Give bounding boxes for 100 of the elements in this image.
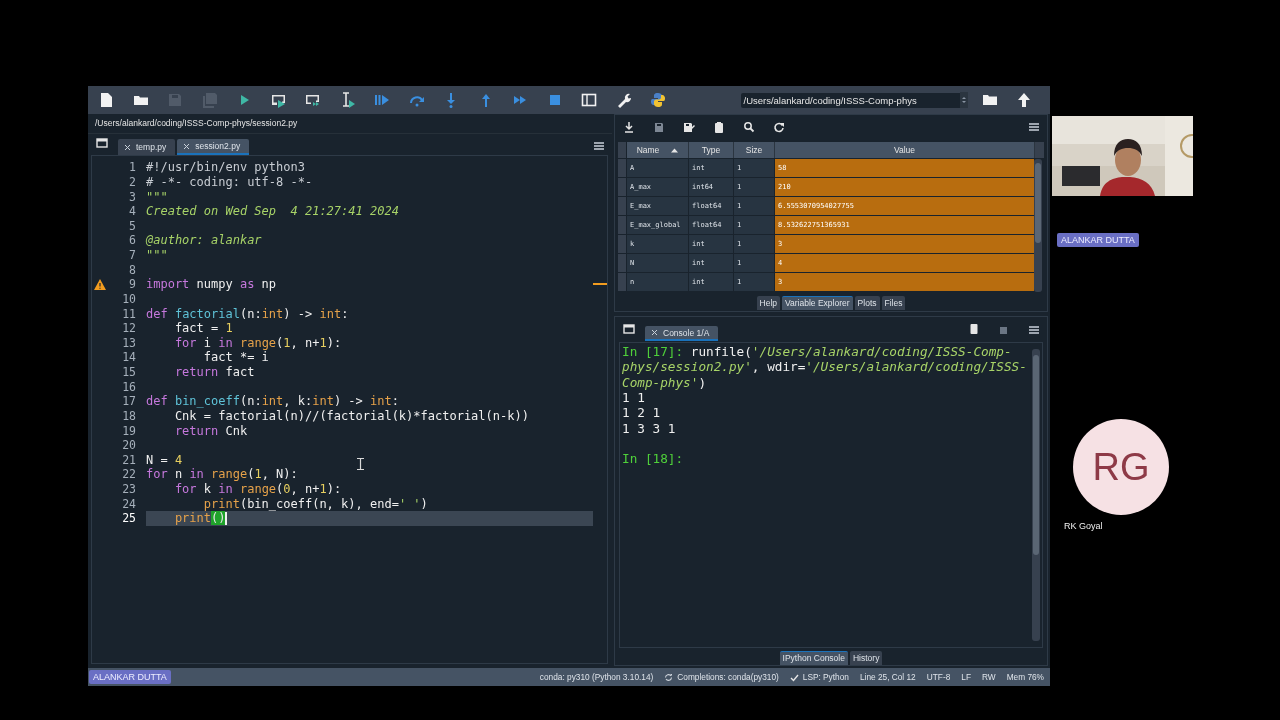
code-line: #!/usr/bin/env python3 [146,160,305,175]
search-icon[interactable] [743,121,755,133]
save-as-icon[interactable] [683,121,695,133]
code-line: """ [146,248,168,263]
run-cell-advance-icon[interactable] [305,92,321,108]
editor-tab[interactable]: temp.py [118,139,176,155]
new-file-icon[interactable] [98,92,114,108]
pane-tab[interactable]: IPython Console [779,651,848,665]
maximize-pane-icon[interactable] [581,92,597,108]
code-line: print() [173,511,226,526]
pane-tab[interactable]: Variable Explorer [782,296,853,310]
sort-ascending-icon [671,147,679,153]
avatar: RG [1073,419,1169,515]
clipboard-icon[interactable] [970,323,978,334]
menu-icon[interactable] [1029,326,1039,334]
status-text: LSP: Python [802,672,849,682]
scrollbar[interactable] [1034,159,1042,292]
save-icon[interactable] [653,121,665,133]
code-line: return fact [173,365,255,380]
line-number: 3 [128,189,136,204]
code-line: for k in range(0, n+1): [173,482,342,497]
status-text: Line 25, Col 12 [859,672,916,682]
close-icon[interactable] [183,142,191,150]
line-number: 4 [128,204,136,219]
up-arrow-icon[interactable] [1015,92,1032,108]
line-number: 11 [121,306,136,321]
line-number: 22 [121,467,136,482]
import-icon[interactable] [623,121,635,133]
console-line: Comp-phys') [622,374,707,390]
name-tag: ALANKAR DUTTA [89,670,171,684]
line-number: 21 [121,452,136,467]
code-line: for n in range(1, N): [146,467,298,482]
console-line: phys/session2.py', wdir='/Users/alankard/coding/ISSS- [622,359,1027,375]
code-line: @author: alankar [146,233,262,248]
pane-tab[interactable]: History [849,651,883,665]
pane-tab[interactable]: Files [881,296,906,310]
python-logo-icon[interactable] [650,92,666,108]
menu-icon[interactable] [594,142,604,150]
text-cursor-icon [357,458,364,470]
code-line: import numpy as np [146,277,277,292]
folder-icon[interactable] [981,92,998,108]
editor-tab[interactable]: session2.py [177,139,250,155]
code-line: def bin_coeff(n:int, k:int) -> int: [146,394,399,409]
pane-tab[interactable]: Help [756,296,780,310]
code-line: Cnk = factorial(n)//(factorial(k)*factorial(n-k)) [173,408,529,423]
line-number: 8 [128,262,136,277]
column-header[interactable]: Type [689,142,734,158]
code-line: def factorial(n:int) -> int: [146,306,349,321]
line-number: 17 [121,394,136,409]
code-line: return Cnk [173,423,248,438]
browse-tabs-icon[interactable] [623,323,635,335]
pane-tab[interactable]: Plots [854,296,880,310]
line-number: 16 [121,379,136,394]
line-number: 14 [121,350,136,365]
code-line: N = 4 [146,452,183,467]
line-number: 13 [121,335,136,350]
clipboard-icon[interactable] [713,121,725,133]
console-line: 1 1 [622,390,645,406]
console-tab[interactable]: Console 1/A [645,326,719,341]
text-caret [225,511,227,525]
menu-icon[interactable] [1029,123,1039,131]
console-line: 1 3 3 1 [622,420,676,436]
console-line: In [17]: runfile('/Users/alankard/coding/ISSS-Comp- [622,344,1012,360]
line-number: 1 [128,160,136,175]
line-number: 2 [128,174,136,189]
column-header[interactable]: Name [627,142,689,158]
code-line: fact = 1 [173,321,233,336]
file-path: /Users/alankard/coding/ISSS-Comp-phys/session2.py [94,117,299,130]
refresh-icon[interactable] [773,121,785,133]
column-header[interactable]: Value [775,142,1035,158]
status-text: LF [961,672,971,682]
line-number: 25 [121,511,136,526]
code-line: # -*- coding: utf-8 -*- [146,174,313,189]
code-line: """ [146,189,168,204]
warning-marker [593,283,607,285]
browse-tabs-icon[interactable] [96,137,108,149]
line-number: 7 [128,248,136,263]
line-number: 20 [121,438,136,453]
participant-name: RK Goyal [1064,521,1103,531]
column-header[interactable]: Size [734,142,775,158]
line-number: 18 [121,408,136,423]
code-line: Created on Wed Sep 4 21:27:41 2024 [146,204,399,219]
line-number: 15 [121,365,136,380]
code-line: fact *= i [202,350,269,365]
status-text: RW [981,672,996,682]
line-number: 5 [128,218,136,233]
close-icon[interactable] [651,329,658,336]
debug-icon[interactable] [374,92,390,108]
line-number: 19 [121,423,136,438]
close-icon[interactable] [124,143,131,151]
code-line: for i in range(1, n+1): [173,335,342,350]
status-text: UTF-8 [926,672,951,682]
scrollbar[interactable] [1032,349,1040,641]
run-cell-icon[interactable] [270,92,287,108]
check-icon [789,672,799,682]
line-number: 6 [128,233,136,248]
line-number: 12 [121,321,136,336]
path-field[interactable]: /Users/alankard/coding/ISSS-Comp-phys [740,92,968,108]
code-line: print(bin_coeff(n, k), end=' ') [202,496,428,511]
line-number: 23 [121,482,136,497]
